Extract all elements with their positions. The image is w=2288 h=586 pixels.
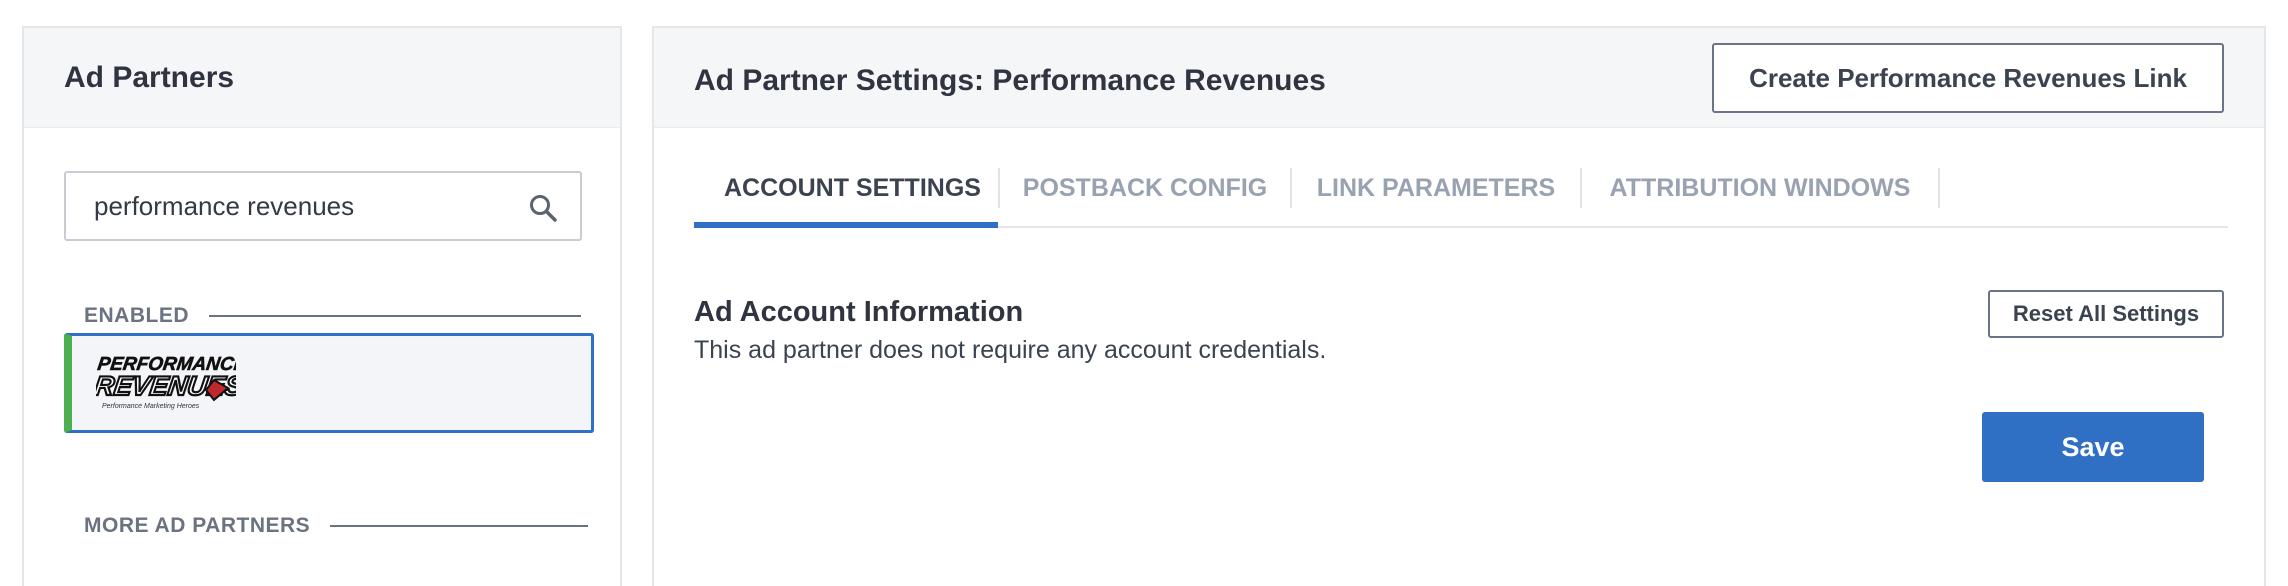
partner-settings-header: Ad Partner Settings: Performance Revenue… (654, 28, 2264, 128)
create-link-button[interactable]: Create Performance Revenues Link (1712, 43, 2224, 113)
reset-all-settings-button[interactable]: Reset All Settings (1988, 290, 2224, 338)
tab-label: ACCOUNT SETTINGS (724, 174, 981, 202)
ad-partners-panel: Ad Partners ENABLED PERFORMANCE REVENUES… (22, 26, 622, 586)
tab-divider (1938, 168, 1940, 208)
section-description: This ad partner does not require any acc… (694, 336, 1327, 364)
more-partners-section-label: MORE AD PARTNERS (84, 514, 589, 538)
settings-tabs: ACCOUNT SETTINGS POSTBACK CONFIG LINK PA… (694, 168, 2228, 228)
svg-text:Performance Marketing Heroes: Performance Marketing Heroes (102, 403, 200, 410)
tab-label: LINK PARAMETERS (1316, 174, 1556, 202)
more-partners-label: MORE AD PARTNERS (84, 514, 311, 537)
ad-partners-header: Ad Partners (24, 28, 620, 128)
partner-settings-panel: Ad Partner Settings: Performance Revenue… (652, 26, 2266, 586)
tab-label: ATTRIBUTION WINDOWS (1609, 174, 1911, 202)
tab-label: POSTBACK CONFIG (1022, 174, 1268, 202)
search-input[interactable] (94, 190, 514, 222)
search-box[interactable] (64, 171, 582, 241)
active-tab-indicator (694, 222, 998, 228)
enabled-label: ENABLED (84, 304, 190, 327)
divider (209, 315, 582, 317)
tab-attribution-windows[interactable]: ATTRIBUTION WINDOWS (1582, 168, 1938, 226)
section-title: Ad Account Information (694, 296, 1024, 328)
ad-partners-title: Ad Partners (64, 60, 235, 94)
enabled-section-label: ENABLED (84, 304, 582, 328)
search-icon[interactable] (528, 193, 558, 223)
partner-tile-performance-revenues[interactable]: PERFORMANCE REVENUES Performance Marketi… (64, 333, 594, 433)
divider (330, 525, 589, 527)
tab-account-settings[interactable]: ACCOUNT SETTINGS (694, 168, 998, 228)
performance-revenues-logo: PERFORMANCE REVENUES Performance Marketi… (96, 354, 236, 410)
page-title: Ad Partner Settings: Performance Revenue… (694, 64, 1326, 97)
tab-link-parameters[interactable]: LINK PARAMETERS (1292, 168, 1580, 226)
tab-postback-config[interactable]: POSTBACK CONFIG (1000, 168, 1290, 226)
save-button[interactable]: Save (1982, 412, 2204, 482)
